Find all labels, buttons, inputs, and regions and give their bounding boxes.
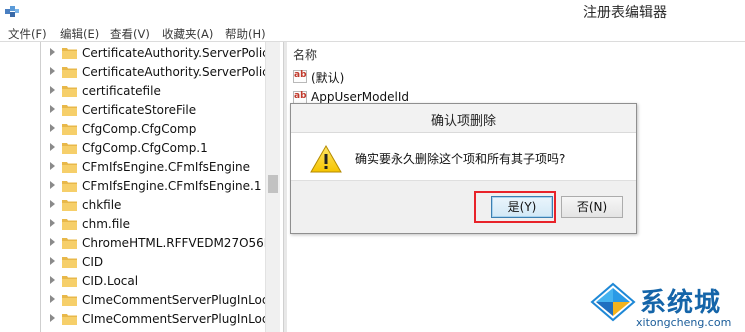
tree-item[interactable]: CFmIfsEngine.CFmIfsEngine.1: [0, 177, 265, 196]
tree-item[interactable]: CID: [0, 253, 265, 272]
tree-item[interactable]: CImeCommentServerPlugInLocal: [0, 310, 265, 329]
folder-icon: [62, 314, 77, 325]
folder-icon: [62, 124, 77, 135]
window-title: 注册表编辑器: [583, 5, 667, 21]
folder-icon: [62, 67, 77, 78]
value-name: AppUserModelId: [311, 90, 409, 104]
tree-item-label: CImeCommentServerPlugInLocal: [82, 293, 265, 307]
tree-item-label: CID: [82, 255, 104, 269]
expand-arrow-icon[interactable]: [50, 257, 55, 265]
expand-arrow-icon[interactable]: [50, 276, 55, 284]
tree-item[interactable]: CfgComp.CfgComp.1: [0, 139, 265, 158]
confirm-delete-dialog: 确认项删除 确实要永久删除这个项和所有其子项吗? 是(Y) 否(N): [290, 103, 637, 234]
menu-help[interactable]: 帮助(H): [225, 26, 266, 42]
menu-file[interactable]: 文件(F): [8, 26, 47, 42]
tree-item-label: CFmIfsEngine.CFmIfsEngine: [82, 160, 251, 174]
watermark-url: xitongcheng.com: [636, 316, 732, 329]
expand-arrow-icon[interactable]: [50, 143, 55, 151]
site-logo-icon: [590, 282, 636, 322]
column-header[interactable]: 名称: [287, 42, 745, 64]
folder-icon: [62, 48, 77, 59]
key-tree-pane[interactable]: CertificateAuthority.ServerPolicy Certifi…: [0, 42, 280, 332]
folder-icon: [62, 105, 77, 116]
tree-item[interactable]: CFmIfsEngine.CFmIfsEngine: [0, 158, 265, 177]
tree-item[interactable]: chm.file: [0, 215, 265, 234]
folder-icon: [62, 276, 77, 287]
tree-item-label: CertificateAuthority.ServerPolicy.1: [82, 65, 265, 79]
dialog-message: 确实要永久删除这个项和所有其子项吗?: [355, 152, 566, 166]
tree-item[interactable]: CertificateAuthority.ServerPolicy: [0, 44, 265, 63]
folder-icon: [62, 181, 77, 192]
folder-icon: [62, 200, 77, 211]
tree-item[interactable]: ChromeHTML.RFFVEDM27O56P5: [0, 234, 265, 253]
tree-item[interactable]: CertificateAuthority.ServerPolicy.1: [0, 63, 265, 82]
column-header-name[interactable]: 名称: [293, 46, 317, 63]
menu-view[interactable]: 查看(V): [110, 26, 150, 42]
dialog-title: 确认项删除: [430, 114, 496, 129]
menu-edit[interactable]: 编辑(E): [60, 26, 99, 42]
tree-item-label: chm.file: [82, 217, 130, 231]
tree-item[interactable]: CertificateStoreFile: [0, 101, 265, 120]
tree-item[interactable]: chkfile: [0, 196, 265, 215]
title-bar: 注册表编辑器: [0, 0, 745, 24]
menu-favorites[interactable]: 收藏夹(A): [162, 26, 213, 42]
value-name: (默认): [311, 71, 345, 85]
folder-icon: [62, 295, 77, 306]
expand-arrow-icon[interactable]: [50, 314, 55, 322]
yes-button-highlight: [474, 191, 556, 223]
folder-icon: [62, 162, 77, 173]
expand-arrow-icon[interactable]: [50, 295, 55, 303]
watermark-brand: 系统城: [640, 288, 722, 318]
menu-bar: 文件(F) 编辑(E) 查看(V) 收藏夹(A) 帮助(H): [0, 24, 745, 42]
dialog-footer: 是(Y) 否(N): [291, 180, 636, 233]
tree-item-label: CImeCommentServerPlugInLocal: [82, 312, 265, 326]
tree-item[interactable]: CID.Local: [0, 272, 265, 291]
expand-arrow-icon[interactable]: [50, 105, 55, 113]
warning-icon: [310, 145, 342, 173]
tree-item[interactable]: CImeCommentServerPlugInLocal: [0, 291, 265, 310]
folder-icon: [62, 86, 77, 97]
expand-arrow-icon[interactable]: [50, 181, 55, 189]
tree-item-label: CID.Local: [82, 274, 139, 288]
folder-icon: [62, 238, 77, 249]
tree-item-label: chkfile: [82, 198, 122, 212]
expand-arrow-icon[interactable]: [50, 48, 55, 56]
expand-arrow-icon[interactable]: [50, 86, 55, 94]
folder-icon: [62, 257, 77, 268]
value-row[interactable]: ab (默认): [291, 68, 591, 86]
tree-item[interactable]: certificatefile: [0, 82, 265, 101]
tree-item-label: CFmIfsEngine.CFmIfsEngine.1: [82, 179, 262, 193]
tree-scrollbar[interactable]: [265, 42, 280, 332]
expand-arrow-icon[interactable]: [50, 219, 55, 227]
expand-arrow-icon[interactable]: [50, 124, 55, 132]
tree-scroll-thumb[interactable]: [268, 175, 278, 193]
folder-icon: [62, 219, 77, 230]
regedit-app-icon[interactable]: [4, 3, 20, 19]
site-watermark: 系统城 xitongcheng.com: [590, 280, 745, 332]
expand-arrow-icon[interactable]: [50, 200, 55, 208]
expand-arrow-icon[interactable]: [50, 162, 55, 170]
expand-arrow-icon[interactable]: [50, 238, 55, 246]
string-value-icon: ab: [293, 70, 307, 83]
dialog-title-bar[interactable]: 确认项删除: [291, 104, 636, 133]
tree-item-label: certificatefile: [82, 84, 161, 98]
tree-item-label: CfgComp.CfgComp.1: [82, 141, 208, 155]
expand-arrow-icon[interactable]: [50, 67, 55, 75]
tree-item-label: ChromeHTML.RFFVEDM27O56P5: [82, 236, 265, 250]
tree-item-label: CertificateStoreFile: [82, 103, 197, 117]
tree-item-label: CfgComp.CfgComp: [82, 122, 197, 136]
folder-icon: [62, 143, 77, 154]
tree-item-label: CertificateAuthority.ServerPolicy: [82, 46, 265, 60]
tree-item[interactable]: CfgComp.CfgComp: [0, 120, 265, 139]
no-button[interactable]: 否(N): [561, 196, 623, 218]
